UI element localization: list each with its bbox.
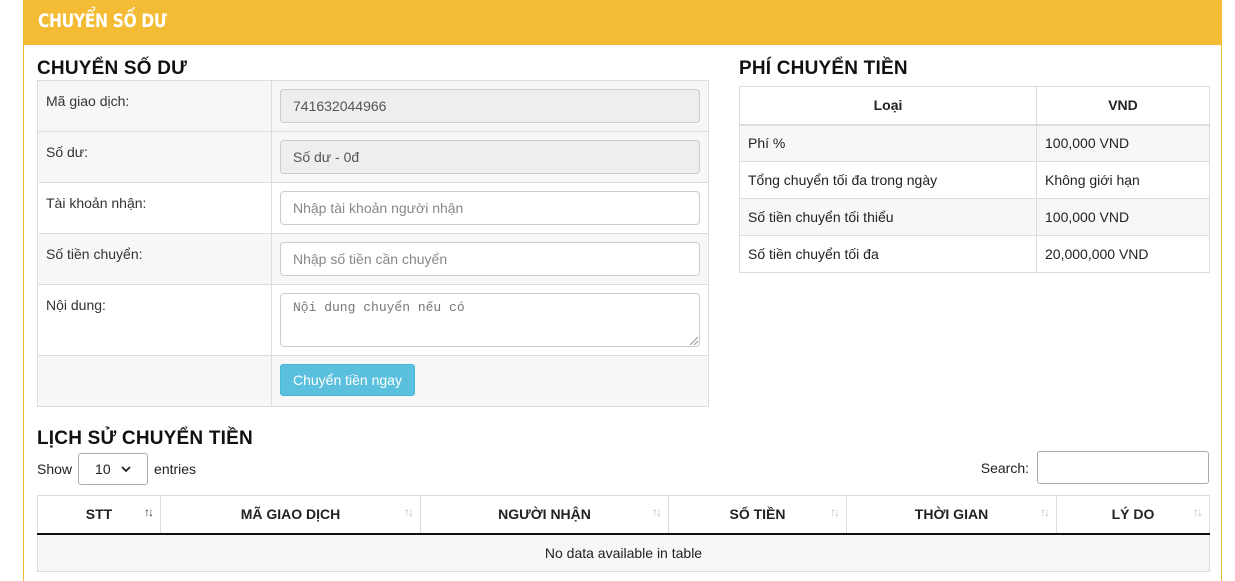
col-stt-label: STT: [85, 506, 113, 523]
page-length-select[interactable]: 10: [78, 453, 149, 485]
fee-value-cell: 100,000 VND: [1036, 198, 1210, 236]
fee-value-cell: Không giới hạn: [1036, 161, 1210, 199]
fees-row: Tổng chuyển tối đa trong ngày Không giới…: [739, 161, 1210, 199]
fees-table: Loại VND Phí % 100,000 VND Tổng chuyển t…: [739, 86, 1210, 273]
col-time-label: THỜI GIAN: [914, 506, 989, 523]
fees-row: Số tiền chuyển tối thiểu 100,000 VND: [739, 198, 1210, 236]
amount-label: Số tiền chuyển:: [37, 233, 272, 285]
fee-type-cell: Phí %: [739, 124, 1037, 162]
fees-section-title: PHÍ CHUYỂN TIỀN: [739, 58, 908, 79]
transaction-id-label: Mã giao dịch:: [37, 80, 272, 132]
transfer-form: Mã giao dịch: Số dư: Tài khoản nhận: Số …: [37, 80, 709, 407]
balance-label: Số dư:: [37, 131, 272, 183]
transfer-panel: CHUYỂN SỐ DƯ CHUYỂN SỐ DƯ Mã giao dịch: …: [23, 0, 1222, 581]
fee-type-cell: Tổng chuyển tối đa trong ngày: [739, 161, 1037, 199]
col-time[interactable]: THỜI GIAN ↑↓: [846, 495, 1057, 535]
resize-grip-icon[interactable]: [690, 337, 698, 345]
col-recipient-label: NGƯỜI NHẬN: [498, 506, 591, 523]
sort-icon: ↑↓: [1193, 505, 1203, 519]
empty-message: No data available in table: [37, 533, 1210, 572]
chevron-down-icon: [121, 465, 131, 472]
transaction-id-field[interactable]: [280, 89, 700, 123]
col-stt[interactable]: STT ↑↓: [37, 495, 161, 535]
history-table: STT ↑↓ MÃ GIAO DỊCH ↑↓ NGƯỜI NHẬN ↑↓ SỐ TIỀ…: [37, 495, 1210, 572]
show-label: Show: [37, 461, 73, 477]
panel-title: CHUYỂN SỐ DƯ: [38, 10, 167, 32]
col-recipient[interactable]: NGƯỜI NHẬN ↑↓: [420, 495, 669, 535]
page-length-control: Show 10 entries: [37, 453, 196, 485]
recipient-input[interactable]: [280, 191, 700, 225]
sort-icon: ↑↓: [1040, 505, 1050, 519]
fees-row: Phí % 100,000 VND: [739, 124, 1210, 162]
search-label: Search:: [980, 459, 1029, 476]
sort-icon: ↑↓: [830, 505, 840, 519]
transfer-section-title: CHUYỂN SỐ DƯ: [37, 58, 188, 79]
balance-field[interactable]: [280, 140, 700, 174]
content-textarea[interactable]: [280, 293, 700, 347]
form-row-recipient: Tài khoản nhận:: [37, 182, 709, 234]
fees-col-type: Loại: [739, 86, 1037, 126]
amount-input[interactable]: [280, 242, 700, 276]
fees-col-vnd: VND: [1036, 86, 1210, 126]
fee-value-cell: 20,000,000 VND: [1036, 235, 1210, 273]
col-transaction-id-label: MÃ GIAO DỊCH: [240, 506, 341, 523]
search-control: Search:: [981, 451, 1209, 484]
form-row-balance: Số dư:: [37, 131, 709, 183]
transfer-now-button[interactable]: Chuyển tiền ngay: [280, 364, 415, 396]
form-row-transaction-id: Mã giao dịch:: [37, 80, 709, 132]
fee-type-cell: Số tiền chuyển tối thiểu: [739, 198, 1037, 236]
empty-row: No data available in table: [37, 533, 1210, 572]
col-amount-label: SỐ TIỀN: [729, 506, 786, 523]
fee-value-cell: 100,000 VND: [1036, 124, 1210, 162]
fee-type-cell: Số tiền chuyển tối đa: [739, 235, 1037, 273]
form-row-content: Nội dung:: [37, 284, 709, 356]
col-transaction-id[interactable]: MÃ GIAO DỊCH ↑↓: [160, 495, 421, 535]
col-reason[interactable]: LÝ DO ↑↓: [1056, 495, 1210, 535]
fees-header-row: Loại VND: [739, 86, 1210, 126]
recipient-label: Tài khoản nhận:: [37, 182, 272, 234]
page-length-value: 10: [95, 461, 111, 477]
entries-label: entries: [154, 461, 197, 477]
history-section-title: LỊCH SỬ CHUYỂN TIỀN: [37, 428, 253, 449]
form-row-submit: Chuyển tiền ngay: [37, 355, 709, 407]
form-row-amount: Số tiền chuyển:: [37, 233, 709, 285]
col-reason-label: LÝ DO: [1111, 506, 1155, 523]
sort-icon: ↑↓: [652, 505, 662, 519]
col-amount[interactable]: SỐ TIỀN ↑↓: [668, 495, 847, 535]
sort-icon: ↑↓: [404, 505, 414, 519]
search-input[interactable]: [1037, 451, 1209, 484]
content-label: Nội dung:: [37, 284, 272, 356]
submit-row-spacer: [37, 355, 272, 407]
sort-asc-icon: ↑↓: [144, 505, 154, 519]
fees-row: Số tiền chuyển tối đa 20,000,000 VND: [739, 235, 1210, 273]
panel-header: CHUYỂN SỐ DƯ: [24, 0, 1221, 45]
history-header-row: STT ↑↓ MÃ GIAO DỊCH ↑↓ NGƯỜI NHẬN ↑↓ SỐ TIỀ…: [37, 495, 1210, 535]
